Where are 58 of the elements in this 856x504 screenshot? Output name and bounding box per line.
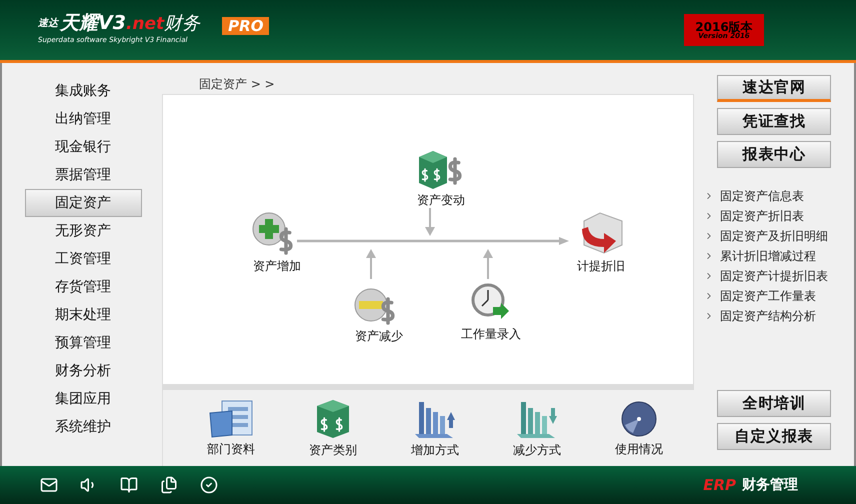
copy-icon[interactable] [160,476,178,494]
logo-prefix: 速达 [38,19,58,30]
brand-prefix: ERP [703,474,736,496]
nav-button[interactable]: 凭证查找 [717,108,831,135]
report-link[interactable]: 固定资产信息表 [704,186,828,206]
report-link[interactable]: 固定资产及折旧明细 [704,226,828,246]
toolbar-item[interactable]: 部门资料 [191,398,271,458]
sidebar-item[interactable]: 工资管理 [24,245,142,273]
sidebar-item[interactable]: 预算管理 [24,329,142,357]
sidebar-item[interactable]: 无形资产 [24,217,142,245]
book-icon[interactable] [120,476,138,494]
brand-label: 财务管理 [742,476,798,494]
down-arrow [425,208,435,236]
sidebar-item[interactable]: 集成账务 [24,77,142,105]
sidebar-item[interactable]: 存货管理 [24,273,142,301]
check-circle-icon[interactable] [200,476,218,494]
toolbar-item[interactable]: 减少方式 [497,398,577,458]
sidebar-item[interactable]: 现金银行 [24,133,142,161]
breadcrumb: 固定资产 > > [198,76,276,93]
toolbar-item-label: 减少方式 [513,442,561,458]
form-panel-icon [208,398,254,438]
diagram-node-label[interactable]: 资产减少 [355,327,403,345]
edition-badge: PRO [222,17,270,35]
logo-name: 天耀V3 [60,14,126,34]
report-link[interactable]: 固定资产结构分析 [704,306,828,326]
logo-product: 财务 [164,15,200,34]
diagram-node-label[interactable]: 计提折旧 [577,257,625,275]
report-link[interactable]: 固定资产计提折旧表 [704,266,828,286]
diagram-node-label[interactable]: 资产变动 [417,191,465,209]
nav-button[interactable]: 速达官网 [717,75,831,102]
mail-icon[interactable] [40,476,58,494]
diagram-node-label[interactable]: 工作量录入 [461,325,521,343]
diagram-node-label[interactable]: 资产增加 [253,257,301,275]
report-link[interactable]: 固定资产工作量表 [704,286,828,306]
toolbar-item-label: 增加方式 [411,442,459,458]
toolbar-item[interactable]: 资产类别 [293,398,373,458]
nav-button[interactable]: 报表中心 [717,141,831,168]
report-link[interactable]: 累计折旧增减过程 [704,246,828,266]
toolbar-item[interactable]: 增加方式 [395,398,475,458]
toolbar-item-label: 使用情况 [615,440,663,458]
toolbar-item-label: 部门资料 [207,440,255,458]
sidebar-item[interactable]: 集团应用 [24,385,142,413]
logo-suffix: .net [126,16,164,34]
toolbar-item[interactable]: 使用情况 [599,398,679,458]
sidebar-item[interactable]: 系统维护 [24,413,142,441]
up-arrow [483,249,493,279]
gauge-dial-icon [619,398,659,438]
sidebar-item[interactable]: 固定资产 [24,189,142,217]
up-arrow [366,249,376,279]
sidebar-item[interactable]: 财务分析 [24,357,142,385]
nav-button[interactable]: 自定义报表 [717,423,831,450]
nav-button[interactable]: 全时培训 [717,390,831,417]
toolbar-item-label: 资产类别 [309,442,357,458]
version-title: 2016版本 [695,20,753,32]
sidebar-item[interactable]: 出纳管理 [24,105,142,133]
report-link[interactable]: 固定资产折旧表 [704,206,828,226]
sidebar-item[interactable]: 期末处理 [24,301,142,329]
sidebar-item[interactable]: 票据管理 [24,161,142,189]
